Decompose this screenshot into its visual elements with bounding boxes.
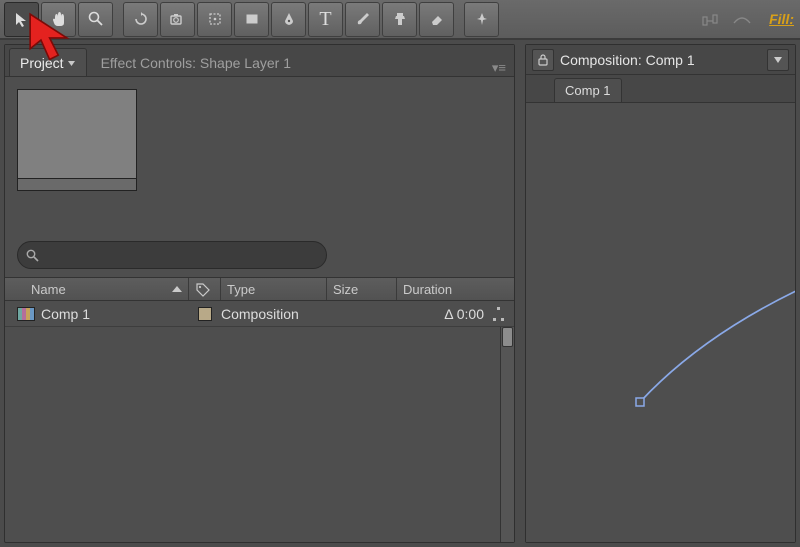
text-tool[interactable]: T xyxy=(308,2,343,37)
tab-label: Effect Controls: Shape Layer 1 xyxy=(101,55,291,71)
main-area: Project Effect Controls: Shape Layer 1 ▾… xyxy=(4,44,796,543)
tab-comp[interactable]: Comp 1 xyxy=(554,78,622,102)
table-row[interactable]: Comp 1 Composition Δ 0:00 xyxy=(5,301,514,327)
comp-header: Composition: Comp 1 xyxy=(526,45,795,75)
selection-tool[interactable] xyxy=(4,2,39,37)
dropdown-arrow-icon[interactable] xyxy=(767,49,789,71)
row-type: Composition xyxy=(221,306,327,322)
rotate-tool[interactable] xyxy=(123,2,158,37)
label-color-swatch[interactable] xyxy=(198,307,212,321)
tab-label: Comp 1 xyxy=(565,83,611,98)
column-label-color[interactable] xyxy=(189,278,221,300)
project-thumbnail-area xyxy=(5,77,514,191)
column-name[interactable]: Name xyxy=(25,278,189,300)
project-columns: Name Type Size Duration xyxy=(5,277,514,301)
lock-icon[interactable] xyxy=(532,49,554,71)
composition-panel: Composition: Comp 1 Comp 1 xyxy=(525,44,796,543)
tab-effect-controls[interactable]: Effect Controls: Shape Layer 1 xyxy=(91,49,301,76)
column-label: Type xyxy=(227,282,255,297)
column-label: Size xyxy=(333,282,358,297)
curve-toggle-icon[interactable] xyxy=(727,4,757,34)
flowchart-icon[interactable] xyxy=(492,307,506,321)
composition-viewer[interactable] xyxy=(526,103,795,542)
rectangle-tool[interactable] xyxy=(234,2,269,37)
column-label: Duration xyxy=(403,282,452,297)
column-label: Name xyxy=(31,282,66,297)
project-panel: Project Effect Controls: Shape Layer 1 ▾… xyxy=(4,44,515,543)
composition-thumbnail[interactable] xyxy=(17,89,137,179)
column-type[interactable]: Type xyxy=(221,278,327,300)
hand-tool[interactable] xyxy=(41,2,76,37)
scrollbar[interactable] xyxy=(500,327,514,542)
search-icon xyxy=(26,249,39,262)
bezier-curve-shape[interactable] xyxy=(635,272,795,412)
tab-project[interactable]: Project xyxy=(9,48,87,76)
composition-icon xyxy=(17,307,35,321)
composition-title: Composition: Comp 1 xyxy=(560,52,767,68)
pen-tool[interactable] xyxy=(271,2,306,37)
fill-label[interactable]: Fill: xyxy=(769,11,794,27)
pan-behind-tool[interactable] xyxy=(197,2,232,37)
tag-icon xyxy=(195,282,211,296)
clone-stamp-tool[interactable] xyxy=(382,2,417,37)
search-input[interactable] xyxy=(45,247,318,263)
pin-tool[interactable] xyxy=(464,2,499,37)
eraser-tool[interactable] xyxy=(419,2,454,37)
scrollbar-thumb[interactable] xyxy=(502,327,513,347)
composition-thumbnail-bar xyxy=(17,179,137,191)
tab-label: Project xyxy=(20,55,64,71)
project-search[interactable] xyxy=(17,241,327,269)
camera-tool[interactable] xyxy=(160,2,195,37)
column-size[interactable]: Size xyxy=(327,278,397,300)
project-panel-tabs: Project Effect Controls: Shape Layer 1 ▾… xyxy=(5,45,514,77)
project-rows-area[interactable]: Comp 1 Composition Δ 0:00 xyxy=(5,301,514,542)
zoom-tool[interactable] xyxy=(78,2,113,37)
row-duration: Δ 0:00 xyxy=(444,306,484,322)
panel-options-icon[interactable]: ▾≡ xyxy=(492,60,506,76)
column-duration[interactable]: Duration xyxy=(397,278,514,300)
chevron-down-icon xyxy=(68,59,76,67)
comp-tabs: Comp 1 xyxy=(526,75,795,103)
top-toolbar: T Fill: xyxy=(0,0,800,40)
snap-toggle-icon[interactable] xyxy=(695,4,725,34)
row-name: Comp 1 xyxy=(41,306,90,322)
sort-asc-icon xyxy=(172,285,182,293)
brush-tool[interactable] xyxy=(345,2,380,37)
